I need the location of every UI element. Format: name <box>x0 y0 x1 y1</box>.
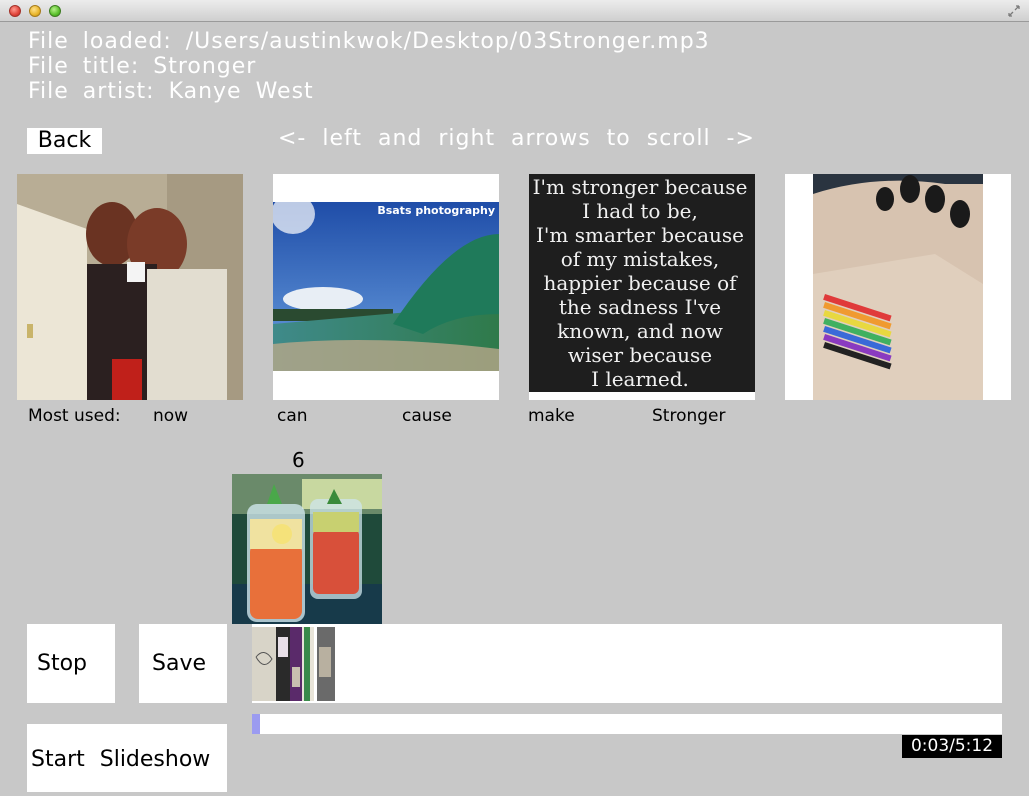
most-used-word[interactable]: cause <box>402 406 452 426</box>
couple-kiss-photo[interactable] <box>17 174 243 400</box>
close-window-icon[interactable] <box>9 5 21 17</box>
most-used-word[interactable]: now <box>153 406 188 426</box>
file-artist-text: File artist: Kanye West <box>28 79 314 104</box>
quote-line: I had to be, <box>582 199 698 223</box>
timeline-strip[interactable] <box>252 624 1002 703</box>
fullscreen-icon[interactable] <box>1008 5 1020 17</box>
file-loaded-text: File loaded: /Users/austinkwok/Desktop/0… <box>28 29 710 54</box>
quote-line: wiser because <box>568 343 712 367</box>
quote-line: I'm smarter because <box>536 223 744 247</box>
selected-count: 6 <box>292 448 305 472</box>
quote-line: known, and now <box>557 319 723 343</box>
quote-image[interactable]: I'm stronger because I had to be, I'm sm… <box>529 174 755 400</box>
dragged-drinks-photo[interactable] <box>232 474 382 624</box>
window-titlebar <box>0 0 1029 22</box>
quote-line: the sadness I've <box>559 295 721 319</box>
ocean-wave-photo[interactable]: Bsats photography <box>273 174 499 400</box>
quote-line: I learned. <box>591 367 689 391</box>
most-used-word[interactable]: Stronger <box>652 406 726 426</box>
back-button[interactable]: Back <box>27 128 102 154</box>
playback-progress-fill <box>252 714 260 734</box>
save-button[interactable]: Save <box>139 624 227 703</box>
most-used-label: Most used: <box>28 406 121 426</box>
zoom-window-icon[interactable] <box>49 5 61 17</box>
timeline-thumbnails[interactable] <box>252 627 335 701</box>
quote-line: happier because of <box>543 271 738 295</box>
stop-button[interactable]: Stop <box>27 624 115 703</box>
start-slideshow-button[interactable]: Start Slideshow <box>27 724 227 792</box>
quote-line: I'm stronger because <box>533 175 748 199</box>
scroll-hint: <- left and right arrows to scroll -> <box>278 126 755 151</box>
playback-progress-bar[interactable] <box>252 714 1002 734</box>
playback-time: 0:03/5:12 <box>902 735 1002 758</box>
quote-line: of my mistakes, <box>561 247 720 271</box>
photo-watermark: Bsats photography <box>377 204 495 217</box>
wrist-tattoo-photo[interactable] <box>785 174 1011 400</box>
minimize-window-icon[interactable] <box>29 5 41 17</box>
most-used-word[interactable]: make <box>528 406 575 426</box>
file-title-text: File title: Stronger <box>28 54 257 79</box>
most-used-word[interactable]: can <box>277 406 308 426</box>
